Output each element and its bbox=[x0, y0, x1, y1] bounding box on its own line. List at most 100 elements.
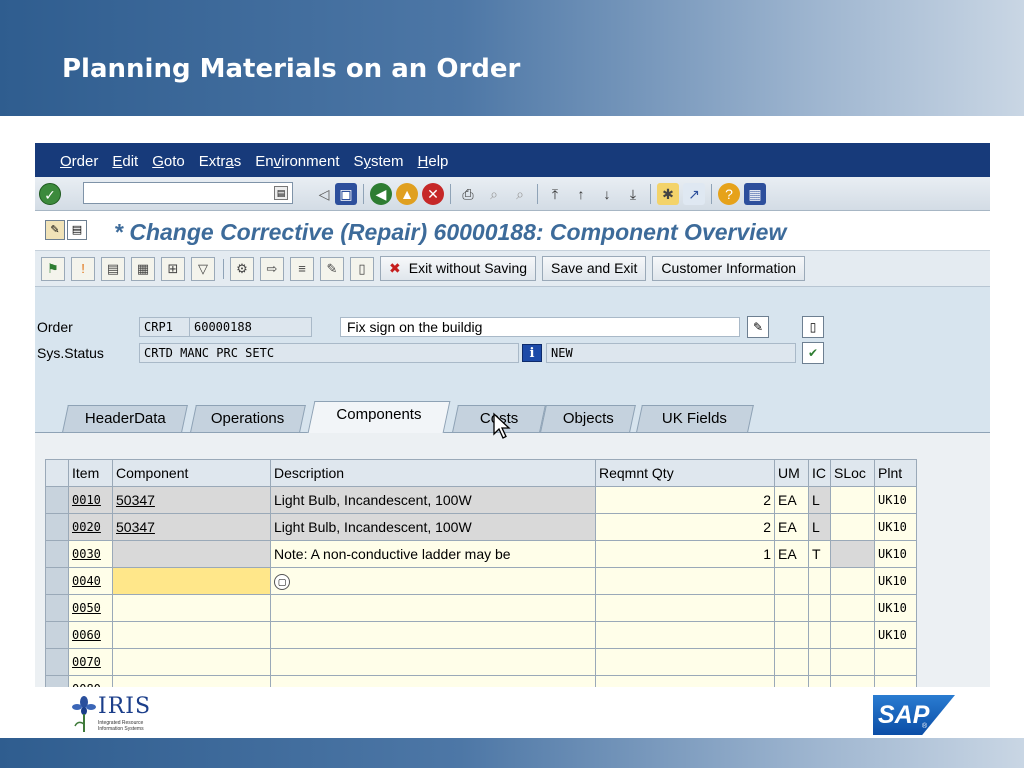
column-header-um[interactable]: UM bbox=[774, 459, 809, 487]
calculator-icon[interactable]: ▦ bbox=[131, 256, 155, 281]
sloc-cell[interactable] bbox=[830, 486, 875, 514]
column-header-ic[interactable]: IC bbox=[808, 459, 831, 487]
ic-cell[interactable] bbox=[808, 621, 831, 649]
ic-cell[interactable] bbox=[808, 567, 831, 595]
component-cell[interactable]: 50347 bbox=[112, 513, 271, 541]
long-text-button-icon[interactable]: ▢ bbox=[274, 574, 290, 590]
item-cell[interactable]: 0040 bbox=[68, 567, 113, 595]
row-selector[interactable] bbox=[45, 648, 69, 676]
menu-goto[interactable]: Goto bbox=[152, 153, 185, 170]
shortcut-icon[interactable]: ↗ bbox=[683, 183, 705, 205]
um-cell[interactable] bbox=[774, 594, 809, 622]
qty-cell[interactable]: 2 bbox=[595, 486, 775, 514]
description-cell[interactable] bbox=[270, 675, 596, 687]
sloc-cell[interactable] bbox=[830, 513, 875, 541]
order-description-field[interactable]: Fix sign on the buildig bbox=[340, 317, 740, 337]
item-cell[interactable]: 0030 bbox=[68, 540, 113, 568]
um-cell[interactable] bbox=[774, 648, 809, 676]
menu-system[interactable]: System bbox=[353, 153, 403, 170]
order-detail-icon[interactable]: ▯ bbox=[802, 316, 824, 338]
menu-extras[interactable]: Extras bbox=[199, 153, 242, 170]
item-cell[interactable]: 0050 bbox=[68, 594, 113, 622]
plant-cell[interactable] bbox=[874, 675, 917, 687]
item-cell[interactable]: 0080 bbox=[68, 675, 113, 687]
status-check-icon[interactable]: ✔ bbox=[802, 342, 824, 364]
um-cell[interactable] bbox=[774, 675, 809, 687]
tab-objects[interactable]: Objects bbox=[540, 405, 636, 432]
description-cell[interactable]: Note: A non-conductive ladder may be bbox=[270, 540, 596, 568]
enter-check-icon[interactable]: ✓ bbox=[39, 183, 61, 205]
column-header-component[interactable]: Component bbox=[112, 459, 271, 487]
save-icon[interactable]: ▣ bbox=[335, 183, 357, 205]
sloc-cell[interactable] bbox=[830, 567, 875, 595]
back-icon[interactable]: ◀ bbox=[370, 183, 392, 205]
tab-components[interactable]: Components bbox=[307, 401, 451, 433]
column-header-item[interactable]: Item bbox=[68, 459, 113, 487]
sloc-cell[interactable] bbox=[830, 621, 875, 649]
tab-operations[interactable]: Operations bbox=[190, 405, 306, 432]
row-selector[interactable] bbox=[45, 675, 69, 687]
command-field[interactable]: ▤ bbox=[83, 182, 293, 204]
previous-page-icon[interactable]: ↑ bbox=[570, 183, 592, 205]
item-cell[interactable]: 0010 bbox=[68, 486, 113, 514]
tab-headerdata[interactable]: HeaderData bbox=[62, 405, 188, 432]
column-header-plant[interactable]: Plnt bbox=[874, 459, 917, 487]
ic-cell[interactable] bbox=[808, 594, 831, 622]
component-cell[interactable] bbox=[112, 621, 271, 649]
row-selector[interactable] bbox=[45, 567, 69, 595]
filter-icon[interactable]: ▽ bbox=[191, 256, 215, 281]
qty-cell[interactable] bbox=[595, 621, 775, 649]
qty-cell[interactable] bbox=[595, 675, 775, 687]
plant-cell[interactable]: UK10 bbox=[874, 540, 917, 568]
edit-pen-icon[interactable]: ✎ bbox=[320, 256, 344, 281]
qty-cell[interactable] bbox=[595, 567, 775, 595]
qty-cell[interactable] bbox=[595, 594, 775, 622]
item-cell[interactable]: 0070 bbox=[68, 648, 113, 676]
menu-help[interactable]: Help bbox=[418, 153, 449, 170]
print-icon[interactable]: ⎙ bbox=[457, 183, 479, 205]
um-cell[interactable]: EA bbox=[774, 486, 809, 514]
first-page-icon[interactable]: ⤒ bbox=[544, 183, 566, 205]
component-cell[interactable]: 50347 bbox=[112, 486, 271, 514]
um-cell[interactable]: EA bbox=[774, 540, 809, 568]
exit-without-saving-button[interactable]: ✖ Exit without Saving bbox=[380, 256, 537, 281]
next-page-icon[interactable]: ↓ bbox=[596, 183, 618, 205]
description-cell[interactable] bbox=[270, 594, 596, 622]
layout-menu-icon[interactable]: ▦ bbox=[744, 183, 766, 205]
new-session-icon[interactable]: ✱ bbox=[657, 183, 679, 205]
um-cell[interactable]: EA bbox=[774, 513, 809, 541]
sloc-cell[interactable] bbox=[830, 675, 875, 687]
qty-cell[interactable] bbox=[595, 648, 775, 676]
last-page-icon[interactable]: ⤓ bbox=[622, 183, 644, 205]
description-cell[interactable] bbox=[270, 621, 596, 649]
plant-cell[interactable] bbox=[874, 648, 917, 676]
ic-cell[interactable]: T bbox=[808, 540, 831, 568]
find-next-icon[interactable]: ⌕ bbox=[509, 183, 531, 205]
sloc-cell[interactable] bbox=[830, 648, 875, 676]
item-cell[interactable]: 0020 bbox=[68, 513, 113, 541]
menu-order[interactable]: Order bbox=[60, 153, 98, 170]
row-selector[interactable] bbox=[45, 621, 69, 649]
find-icon[interactable]: ⌕ bbox=[483, 183, 505, 205]
network-icon[interactable]: ⚙ bbox=[230, 256, 254, 281]
customer-information-button[interactable]: Customer Information bbox=[652, 256, 806, 281]
display-change-icon[interactable]: ✎ bbox=[45, 220, 65, 240]
header-icon[interactable]: ▤ bbox=[101, 256, 125, 281]
um-cell[interactable] bbox=[774, 621, 809, 649]
plant-cell[interactable]: UK10 bbox=[874, 621, 917, 649]
qty-cell[interactable]: 1 bbox=[595, 540, 775, 568]
document-icon[interactable]: ≡ bbox=[290, 256, 314, 281]
details-icon[interactable]: ▤ bbox=[67, 220, 87, 240]
column-header-reqmnt-qty[interactable]: Reqmnt Qty bbox=[595, 459, 775, 487]
row-selector[interactable] bbox=[45, 540, 69, 568]
ic-cell[interactable] bbox=[808, 648, 831, 676]
ic-cell[interactable] bbox=[808, 675, 831, 687]
sloc-cell[interactable] bbox=[830, 594, 875, 622]
qty-cell[interactable]: 2 bbox=[595, 513, 775, 541]
cancel-icon[interactable]: ✕ bbox=[422, 183, 444, 205]
status-info-icon[interactable]: i bbox=[522, 344, 542, 362]
row-selector[interactable] bbox=[45, 486, 69, 514]
menu-edit[interactable]: Edit bbox=[112, 153, 138, 170]
clipboard-icon[interactable]: ▯ bbox=[350, 256, 374, 281]
help-icon[interactable]: ? bbox=[718, 183, 740, 205]
